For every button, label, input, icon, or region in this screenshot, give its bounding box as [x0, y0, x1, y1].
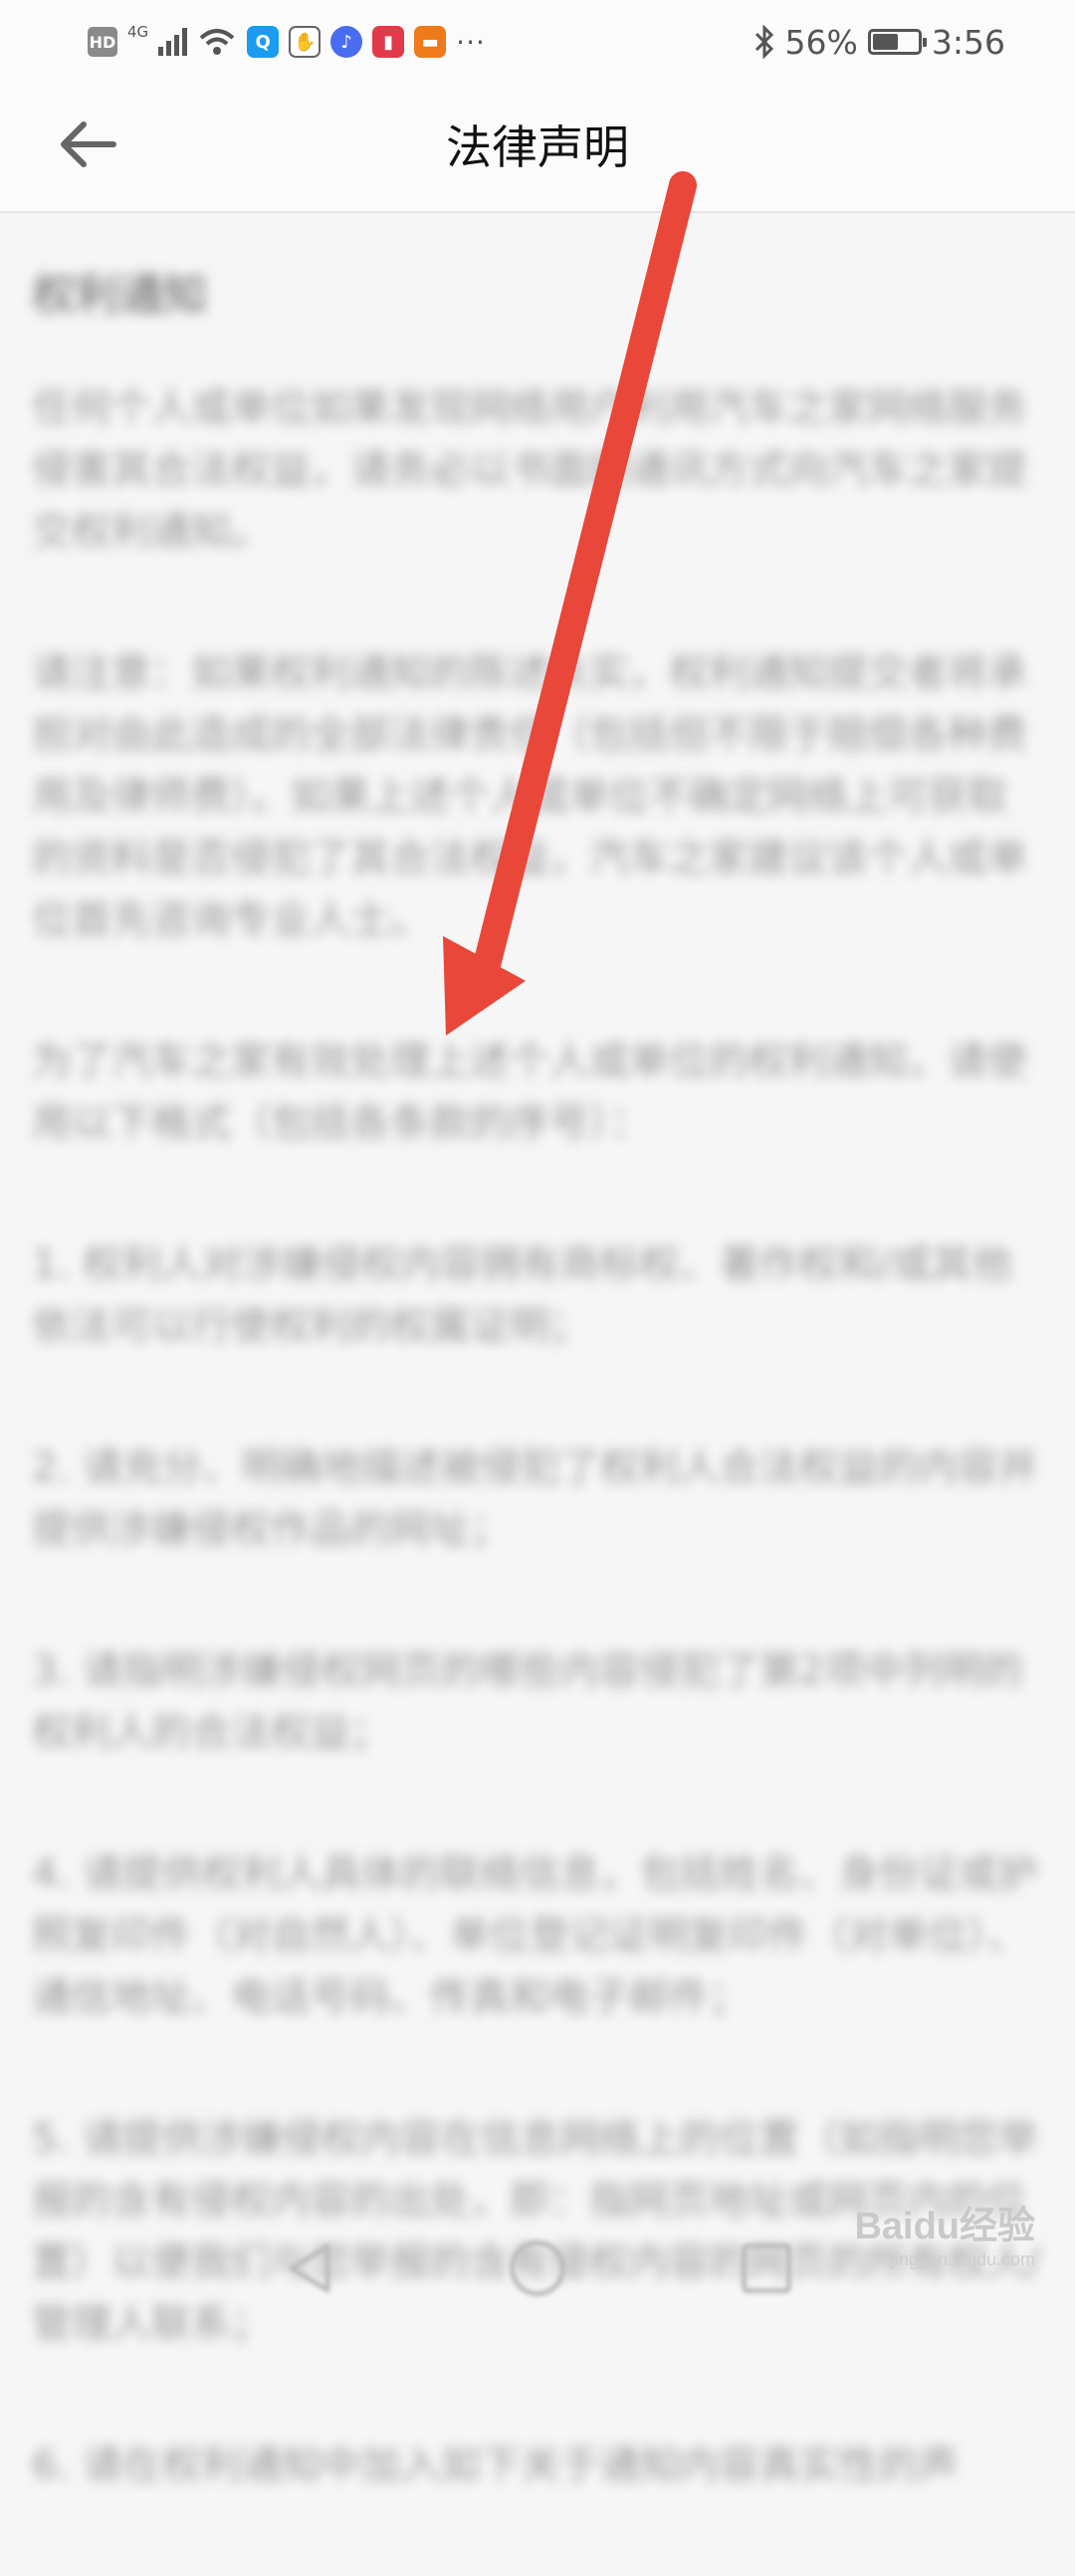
clock: 3:56 [931, 22, 1005, 62]
status-left: HD 4G Q ✋ ♪ ▮ ▬ ··· [88, 22, 486, 62]
section-heading: 权利通知 [32, 270, 207, 321]
triangle-back-icon[interactable] [284, 2240, 335, 2296]
baidu-watermark: Baidu经验 jingyan.baidu.com [854, 2195, 1035, 2270]
music-app-icon: ♪ [330, 26, 363, 58]
wifi-icon [199, 29, 235, 55]
watermark-text: Baidu经验 [854, 2206, 1035, 2247]
status-right: 56% 3:56 [753, 22, 1005, 62]
news-app-icon: ▬ [414, 26, 447, 58]
square-recent-icon[interactable] [742, 2243, 791, 2293]
app-header: 法律声明 [0, 82, 1075, 213]
watermark-sub: jingyan.baidu.com [890, 2249, 1035, 2269]
paragraph: 3. 请指明涉嫌侵权网页的哪些内容侵犯了第2项中列明的权利人的合法权益； [32, 1648, 1024, 1756]
battery-percent: 56% [784, 22, 858, 62]
hd-badge: HD [88, 27, 117, 57]
paragraph: 2. 请充分、明确地描述被侵犯了权利人合法权益的内容并提供涉嫌侵权作品的网址； [32, 1445, 1038, 1552]
more-notifications: ··· [456, 25, 486, 59]
network-type: 4G [127, 23, 149, 41]
status-bar: HD 4G Q ✋ ♪ ▮ ▬ ··· 56% 3:56 [0, 0, 1075, 82]
battery-icon [867, 29, 927, 55]
circle-home-icon[interactable] [510, 2240, 565, 2296]
paragraph: 为了汽车之家有效处理上述个人或单位的权利通知，请使用以下格式（包括各条款的序号）… [32, 1039, 1027, 1146]
paragraph: 6. 请在权利通知中加入如下关于通知内容真实性的声 [32, 2443, 959, 2488]
paragraph: 请注意：如果权利通知的陈述失实，权利通知提交者将承担对由此造成的全部法律责任（包… [32, 650, 1027, 943]
signal-icon [158, 28, 188, 56]
paragraph: 任何个人或单位如果发现网络用户利用汽车之家网络服务侵害其合法权益，请务必以书面的… [32, 385, 1027, 555]
bluetooth-icon [754, 25, 773, 59]
paragraph: 1. 权利人对涉嫌侵权内容拥有商标权、著作权和/或其他依法可以行使权利的权属证明… [32, 1242, 1012, 1349]
book-app-icon: ▮ [372, 26, 405, 58]
hand-app-icon: ✋ [289, 26, 322, 58]
page-title: 法律声明 [446, 120, 629, 174]
search-app-icon: Q [247, 26, 280, 58]
paragraph: 4. 请提供权利人具体的联络信息，包括姓名、身份证或护照复印件（对自然人）、单位… [32, 1851, 1038, 2020]
